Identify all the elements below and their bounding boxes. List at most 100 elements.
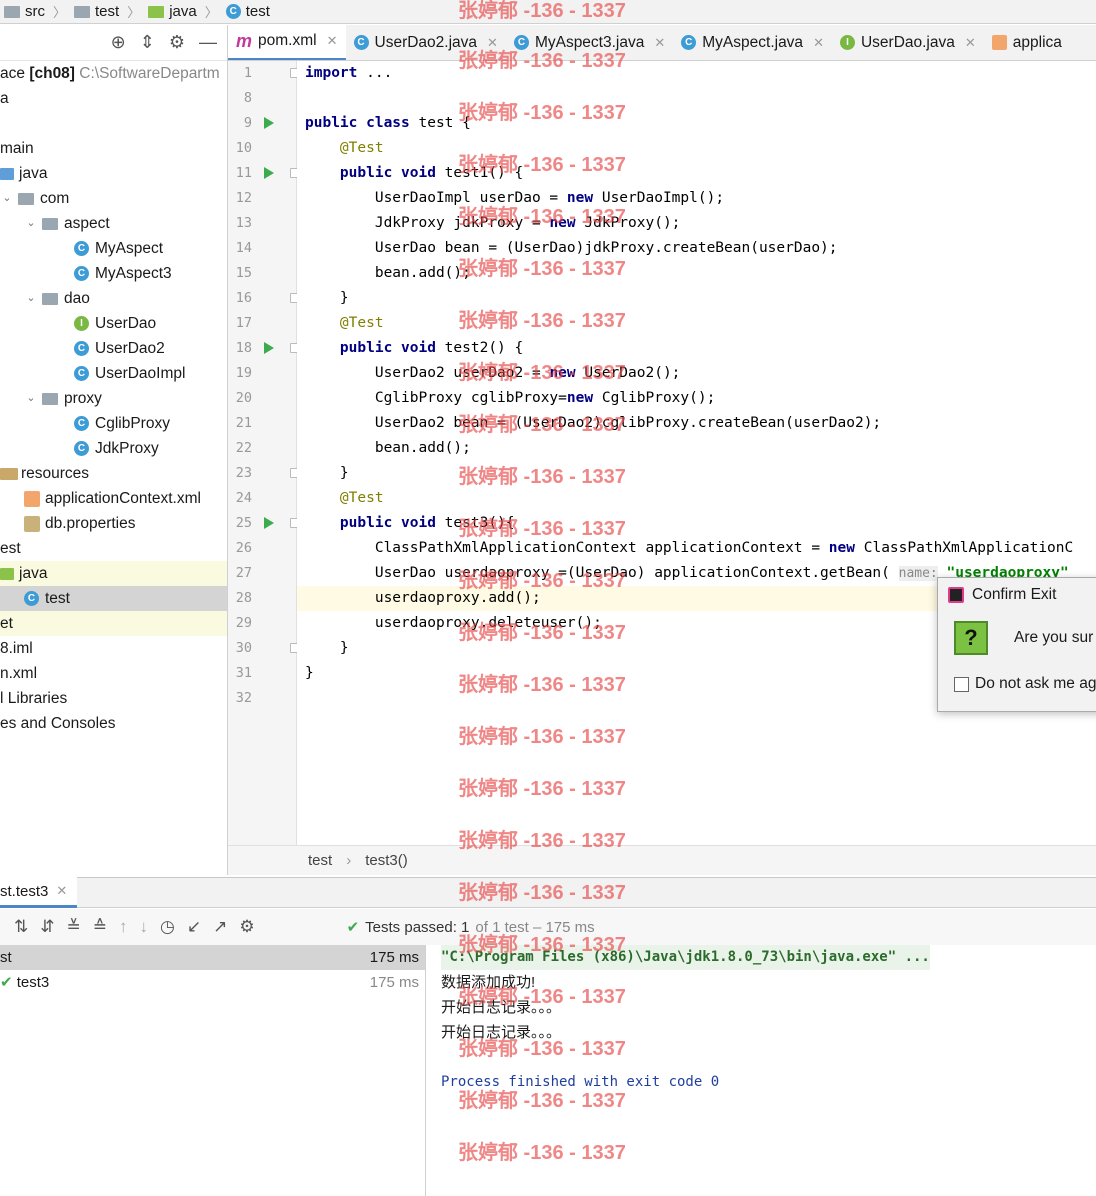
run-class-icon[interactable]: [264, 117, 274, 129]
gear-icon[interactable]: ⚙: [239, 917, 254, 937]
breadcrumb-test[interactable]: test: [74, 3, 119, 20]
tab-userdao[interactable]: I UserDao.java ✕: [832, 25, 984, 60]
tree-item-userdao[interactable]: I UserDao: [0, 311, 227, 336]
minimize-icon[interactable]: —: [199, 32, 217, 53]
close-icon[interactable]: ✕: [487, 35, 498, 51]
close-icon[interactable]: ✕: [654, 35, 665, 51]
do-not-ask-checkbox[interactable]: [954, 676, 969, 692]
tab-applicationcontext[interactable]: applica: [984, 25, 1070, 60]
tree-item-iml[interactable]: 8.iml: [0, 636, 227, 661]
tree-item-test[interactable]: est: [0, 536, 227, 561]
chevron-down-icon[interactable]: ⌄: [24, 286, 38, 311]
test-row-class[interactable]: st 175 ms: [0, 945, 425, 970]
close-icon[interactable]: ✕: [813, 35, 824, 51]
tree-item-aspect[interactable]: ⌄ aspect: [0, 211, 227, 236]
line-number: 25: [235, 515, 252, 531]
history-icon[interactable]: ◷: [160, 917, 175, 937]
sort-by-duration-icon[interactable]: ⇵: [40, 917, 54, 937]
close-icon[interactable]: ✕: [327, 33, 338, 49]
tab-myaspect[interactable]: C MyAspect.java ✕: [673, 25, 832, 60]
tree-item-test-java[interactable]: java: [0, 561, 227, 586]
line-number: 13: [235, 215, 252, 231]
next-failed-icon[interactable]: ↓: [140, 917, 149, 937]
tests-summary: of 1 test – 175 ms: [475, 918, 595, 936]
chevron-down-icon[interactable]: ⌄: [24, 211, 38, 236]
tab-myaspect3[interactable]: C MyAspect3.java ✕: [506, 25, 673, 60]
chevron-right-icon: 〉: [53, 5, 67, 20]
run-test-icon[interactable]: [264, 517, 274, 529]
line-number: 12: [235, 190, 252, 206]
tree-item-com[interactable]: ⌄ com: [0, 186, 227, 211]
breadcrumb-java[interactable]: java: [148, 3, 197, 20]
run-toolbar: ⇅ ⇵ ≚ ≙ ↑ ↓ ◷ ↙ ↗ ⚙ ✔ Tests passed: 1 of…: [0, 909, 1096, 945]
code-line: ClassPathXmlApplicationContext applicati…: [305, 540, 1074, 556]
tree-item-proxy[interactable]: ⌄ proxy: [0, 386, 227, 411]
code-line: public class test {: [305, 115, 471, 131]
run-tab-test3[interactable]: st.test3 ✕: [0, 877, 78, 908]
tree-item-db-properties[interactable]: db.properties: [0, 511, 227, 536]
breadcrumb-src[interactable]: src: [4, 3, 45, 20]
line-number: 20: [235, 390, 252, 406]
collapse-all-icon[interactable]: ≙: [93, 917, 107, 937]
tree-item-cglibproxy[interactable]: C CglibProxy: [0, 411, 227, 436]
tab-userdao2[interactable]: C UserDao2.java ✕: [346, 25, 506, 60]
console-command-line: "C:\Program Files (x86)\Java\jdk1.8.0_73…: [441, 945, 930, 970]
tree-item-userdao2[interactable]: C UserDao2: [0, 336, 227, 361]
tree-item-myaspect[interactable]: C MyAspect: [0, 236, 227, 261]
tab-pom-xml[interactable]: m pom.xml ✕: [228, 25, 346, 60]
code-line: }: [305, 290, 349, 306]
tree-item-jdkproxy[interactable]: C JdkProxy: [0, 436, 227, 461]
class-icon: C: [353, 35, 369, 50]
tree-item-external-libraries[interactable]: l Libraries: [0, 686, 227, 711]
chevron-down-icon[interactable]: ⌄: [0, 186, 14, 211]
tree-item-scratches[interactable]: es and Consoles: [0, 711, 227, 736]
previous-failed-icon[interactable]: ↑: [119, 917, 128, 937]
tree-item[interactable]: [0, 111, 227, 136]
breadcrumb-method[interactable]: test3(): [365, 852, 408, 869]
tree-item-pom[interactable]: n.xml: [0, 661, 227, 686]
xml-file-icon: [991, 35, 1007, 50]
code-line: public void test2() {: [339, 340, 524, 356]
chevron-right-icon: 〉: [204, 5, 218, 20]
checkbox-label: Do not ask me ag: [975, 675, 1096, 692]
locate-icon[interactable]: ⊕: [111, 32, 126, 53]
sort-alphabetically-icon[interactable]: ⇅: [14, 917, 28, 937]
project-name: [ch08]: [29, 65, 75, 82]
console-output[interactable]: "C:\Program Files (x86)\Java\jdk1.8.0_73…: [427, 945, 1096, 1196]
tree-item[interactable]: a: [0, 86, 227, 111]
export-tests-icon[interactable]: ↗: [213, 917, 227, 937]
run-test-icon[interactable]: [264, 167, 274, 179]
run-test-icon[interactable]: [264, 342, 274, 354]
class-icon: C: [681, 35, 697, 50]
gear-icon[interactable]: ⚙: [169, 32, 185, 53]
collapse-all-icon[interactable]: ⇕: [140, 32, 155, 53]
console-line: 数据添加成功!: [441, 974, 536, 991]
close-icon[interactable]: ✕: [965, 35, 976, 51]
tree-item-test-class[interactable]: Ctest: [0, 586, 227, 611]
code-line: public void test1() {: [339, 165, 524, 181]
import-tests-icon[interactable]: ↙: [187, 917, 201, 937]
code-editor[interactable]: import ... public class test { @Test pub…: [297, 61, 1096, 845]
maven-icon: m: [236, 30, 253, 51]
tree-item-project-root[interactable]: ace [ch08] C:\SoftwareDepartm: [0, 61, 227, 86]
tree-item-main[interactable]: main: [0, 136, 227, 161]
close-icon[interactable]: ✕: [56, 883, 67, 899]
source-folder-icon: [0, 167, 14, 180]
tree-item-userdaoimpl[interactable]: C UserDaoImpl: [0, 361, 227, 386]
chevron-right-icon: ›: [346, 852, 352, 869]
test-row-test3[interactable]: ✔ test3 175 ms: [0, 970, 425, 995]
tree-item-resources[interactable]: resources: [0, 461, 227, 486]
tree-item-target[interactable]: et: [0, 611, 227, 636]
breadcrumb-test-class[interactable]: Ctest: [225, 3, 270, 20]
code-line: userdaoproxy.deleteuser();: [305, 615, 602, 631]
expand-all-icon[interactable]: ≚: [67, 917, 81, 937]
chevron-down-icon[interactable]: ⌄: [24, 386, 38, 411]
tree-item-dao[interactable]: ⌄ dao: [0, 286, 227, 311]
code-line: }: [305, 640, 349, 656]
tree-item-java[interactable]: java: [0, 161, 227, 186]
tree-item-myaspect3[interactable]: C MyAspect3: [0, 261, 227, 286]
tree-item-applicationcontext[interactable]: applicationContext.xml: [0, 486, 227, 511]
console-line: 开始日志记录。。。: [441, 1024, 562, 1041]
breadcrumb-class[interactable]: test: [308, 852, 332, 869]
chevron-right-icon: 〉: [127, 5, 141, 20]
